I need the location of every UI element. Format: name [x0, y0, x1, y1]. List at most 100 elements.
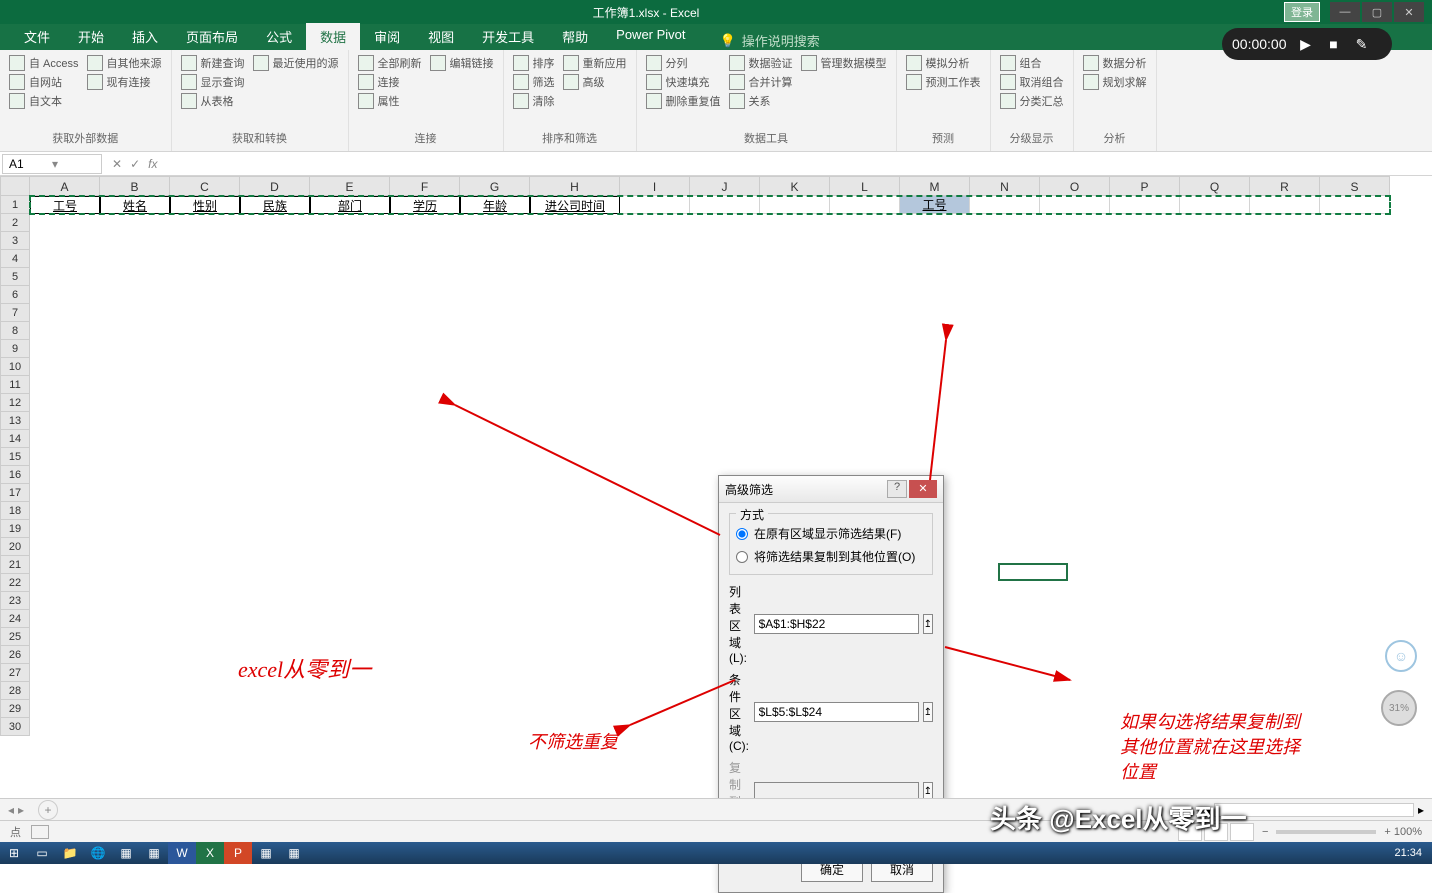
ribbon-button[interactable]: 规划求解	[1082, 73, 1148, 91]
zoom-slider[interactable]	[1276, 830, 1376, 834]
row-header[interactable]: 18	[0, 502, 30, 520]
cell[interactable]	[1320, 196, 1390, 214]
cell[interactable]: 进公司时间	[530, 196, 620, 214]
word-icon[interactable]: W	[168, 842, 196, 864]
ribbon-button[interactable]: 显示查询	[180, 73, 246, 91]
formula-input[interactable]	[165, 162, 1432, 166]
column-header[interactable]: P	[1110, 176, 1180, 196]
ribbon-button[interactable]: 自网站	[8, 73, 80, 91]
column-header[interactable]: E	[310, 176, 390, 196]
column-header[interactable]: L	[830, 176, 900, 196]
maximize-button[interactable]: ▢	[1362, 2, 1392, 22]
ribbon-tab-帮助[interactable]: 帮助	[548, 23, 602, 50]
radio-copy-to-location[interactable]: 将筛选结果复制到其他位置(O)	[736, 545, 926, 568]
row-header[interactable]: 15	[0, 448, 30, 466]
row-header[interactable]: 29	[0, 700, 30, 718]
list-range-ref-button[interactable]: ↥	[923, 614, 933, 634]
ribbon-tab-开始[interactable]: 开始	[64, 23, 118, 50]
row-header[interactable]: 26	[0, 646, 30, 664]
ribbon-button[interactable]: 属性	[357, 92, 423, 110]
column-header[interactable]: F	[390, 176, 460, 196]
ribbon-tab-开发工具[interactable]: 开发工具	[468, 23, 548, 50]
ribbon-tab-公式[interactable]: 公式	[252, 23, 306, 50]
ribbon-button[interactable]: 最近使用的源	[252, 54, 340, 72]
row-header[interactable]: 20	[0, 538, 30, 556]
ribbon-button[interactable]: 数据分析	[1082, 54, 1148, 72]
row-header[interactable]: 19	[0, 520, 30, 538]
cell[interactable]: 学历	[390, 196, 460, 214]
dialog-titlebar[interactable]: 高级筛选 ? ✕	[719, 476, 943, 503]
criteria-range-ref-button[interactable]: ↥	[923, 702, 933, 722]
ribbon-tab-文件[interactable]: 文件	[10, 23, 64, 50]
ribbon-button[interactable]: 从表格	[180, 92, 246, 110]
sheet-nav-last-icon[interactable]: ▸	[18, 803, 24, 817]
cell[interactable]	[690, 196, 760, 214]
row-header[interactable]: 10	[0, 358, 30, 376]
ribbon-button[interactable]: 管理数据模型	[800, 54, 888, 72]
ribbon-button[interactable]: 全部刷新	[357, 54, 423, 72]
name-box[interactable]: A1▾	[2, 154, 102, 174]
browser-icon[interactable]: 🌐	[84, 842, 112, 864]
macro-record-icon[interactable]	[31, 825, 49, 839]
start-button[interactable]: ⊞	[0, 842, 28, 864]
row-header[interactable]: 30	[0, 718, 30, 736]
enter-formula-icon[interactable]: ✓	[130, 157, 140, 171]
recorder-edit-button[interactable]: ✎	[1353, 35, 1371, 53]
zoom-level[interactable]: + 100%	[1384, 826, 1422, 838]
app-icon-1[interactable]: ▦	[112, 842, 140, 864]
column-header[interactable]: R	[1250, 176, 1320, 196]
ribbon-tab-Power Pivot[interactable]: Power Pivot	[602, 23, 699, 50]
row-header[interactable]: 4	[0, 250, 30, 268]
ribbon-button[interactable]: 快速填充	[645, 73, 722, 91]
row-header[interactable]: 23	[0, 592, 30, 610]
ribbon-button[interactable]: 现有连接	[86, 73, 163, 91]
row-header[interactable]: 27	[0, 664, 30, 682]
ribbon-button[interactable]: 合并计算	[728, 73, 794, 91]
cell[interactable]	[1040, 196, 1110, 214]
column-header[interactable]: B	[100, 176, 170, 196]
cell[interactable]	[620, 196, 690, 214]
ribbon-button[interactable]: 预测工作表	[905, 73, 982, 91]
ribbon-tab-审阅[interactable]: 审阅	[360, 23, 414, 50]
row-header[interactable]: 17	[0, 484, 30, 502]
sheet-nav-first-icon[interactable]: ◂	[8, 803, 14, 817]
row-header[interactable]: 2	[0, 214, 30, 232]
select-all-corner[interactable]	[0, 176, 30, 196]
ribbon-button[interactable]: 组合	[999, 54, 1065, 72]
explorer-icon[interactable]: 📁	[56, 842, 84, 864]
column-header[interactable]: N	[970, 176, 1040, 196]
cell[interactable]	[760, 196, 830, 214]
row-header[interactable]: 28	[0, 682, 30, 700]
task-view-icon[interactable]: ▭	[28, 842, 56, 864]
ribbon-button[interactable]: 分类汇总	[999, 92, 1065, 110]
cell[interactable]: 姓名	[100, 196, 170, 214]
column-header[interactable]: G	[460, 176, 530, 196]
login-button[interactable]: 登录	[1284, 2, 1320, 22]
app-icon-3[interactable]: ▦	[252, 842, 280, 864]
column-header[interactable]: S	[1320, 176, 1390, 196]
column-header[interactable]: Q	[1180, 176, 1250, 196]
ribbon-button[interactable]: 数据验证	[728, 54, 794, 72]
radio-filter-in-place[interactable]: 在原有区域显示筛选结果(F)	[736, 522, 926, 545]
cell[interactable]	[1250, 196, 1320, 214]
cancel-formula-icon[interactable]: ✕	[112, 157, 122, 171]
app-icon-2[interactable]: ▦	[140, 842, 168, 864]
ribbon-button[interactable]: 重新应用	[562, 54, 628, 72]
row-header[interactable]: 3	[0, 232, 30, 250]
ribbon-button[interactable]: 自其他来源	[86, 54, 163, 72]
minimize-button[interactable]: —	[1330, 2, 1360, 22]
ribbon-button[interactable]: 模拟分析	[905, 54, 982, 72]
assistant-icon[interactable]: ☺	[1385, 640, 1417, 672]
ribbon-button[interactable]: 高级	[562, 73, 628, 91]
scroll-right-icon[interactable]: ▸	[1418, 803, 1424, 817]
column-header[interactable]: M	[900, 176, 970, 196]
row-header[interactable]: 1	[0, 196, 30, 214]
row-header[interactable]: 8	[0, 322, 30, 340]
cell[interactable]: 部门	[310, 196, 390, 214]
column-header[interactable]: O	[1040, 176, 1110, 196]
column-header[interactable]: C	[170, 176, 240, 196]
cell[interactable]: 工号	[900, 196, 970, 214]
ribbon-tab-数据[interactable]: 数据	[306, 23, 360, 50]
close-button[interactable]: ✕	[1394, 2, 1424, 22]
row-header[interactable]: 11	[0, 376, 30, 394]
